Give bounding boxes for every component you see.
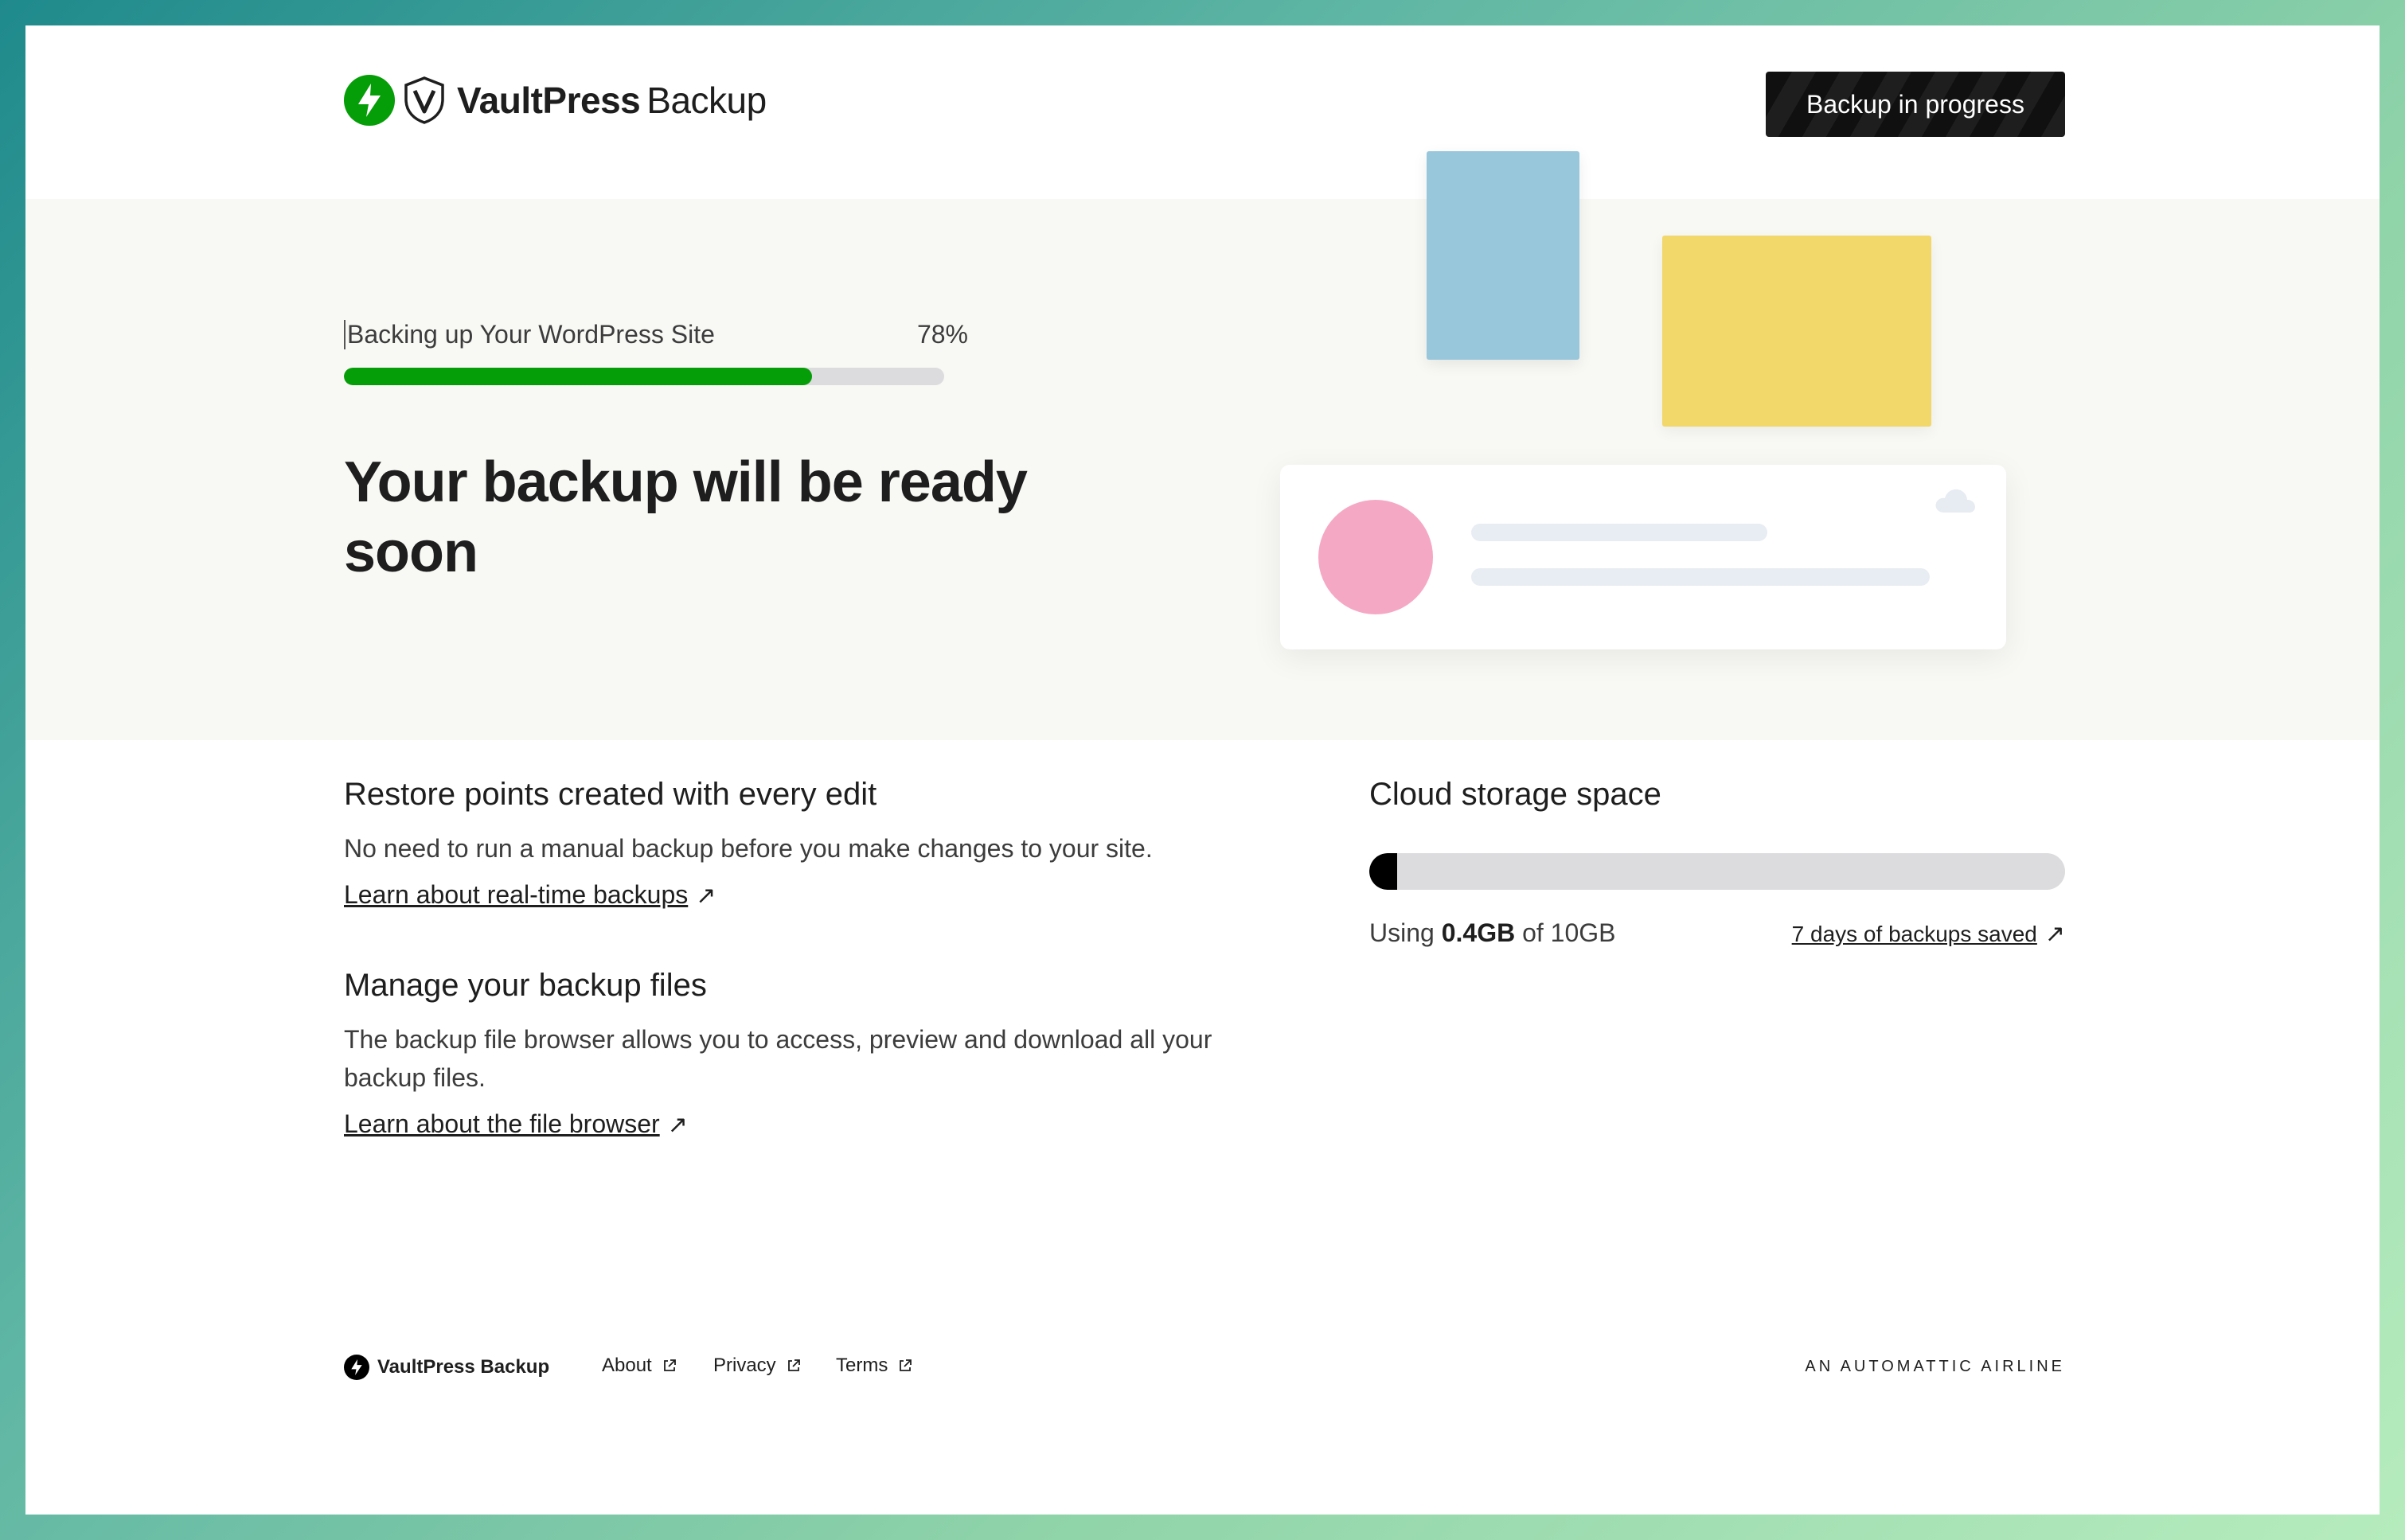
footer-brand: VaultPress Backup xyxy=(377,1356,550,1378)
illustration-blue-card xyxy=(1427,151,1579,360)
footer-link-privacy[interactable]: Privacy xyxy=(713,1355,802,1377)
footer-link-label: Privacy xyxy=(713,1355,776,1376)
storage-title: Cloud storage space xyxy=(1369,777,1661,812)
usage-suffix: of 10GB xyxy=(1522,918,1616,947)
page-title: Your backup will be ready soon xyxy=(344,450,1028,584)
footer: VaultPress Backup About Privacy Terms AN… xyxy=(25,1343,2380,1391)
progress-label: Backing up Your WordPress Site xyxy=(344,320,715,349)
backup-status-button[interactable]: Backup in progress xyxy=(1766,72,2065,137)
external-link-icon xyxy=(787,1359,800,1371)
header: VaultPress Backup Backup in progress xyxy=(25,25,2380,199)
backup-progress-bar xyxy=(344,368,944,385)
illustration-placeholder-line xyxy=(1471,524,1767,541)
backup-progress-fill xyxy=(344,368,813,385)
file-browser-link[interactable]: Learn about the file browser ↗ xyxy=(344,1109,688,1139)
jetpack-bolt-icon xyxy=(344,75,395,126)
link-text: 7 days of backups saved xyxy=(1791,922,2037,946)
feature-title: Restore points created with every edit xyxy=(344,777,877,812)
vaultpress-backup-logo[interactable]: VaultPress Backup xyxy=(344,75,767,126)
progress-percent: 78% xyxy=(916,320,968,349)
cloud-icon xyxy=(1935,489,1975,513)
arrow-up-right-icon: ↗ xyxy=(696,883,716,909)
link-text: Learn about real-time backups xyxy=(344,880,689,909)
feature-title: Manage your backup files xyxy=(344,968,707,1003)
illustration-avatar xyxy=(1318,500,1433,614)
footer-link-label: About xyxy=(602,1355,652,1376)
arrow-up-right-icon: ↗ xyxy=(2044,921,2065,947)
illustration-placeholder-line xyxy=(1471,568,1930,586)
footer-link-label: Terms xyxy=(836,1355,888,1376)
usage-prefix: Using xyxy=(1369,918,1435,947)
vaultpress-shield-icon xyxy=(404,76,444,124)
footer-link-terms[interactable]: Terms xyxy=(836,1355,913,1377)
feature-description: The backup file browser allows you to ac… xyxy=(344,1025,1212,1092)
external-link-icon xyxy=(663,1359,676,1371)
feature-description: No need to run a manual backup before yo… xyxy=(344,834,1153,863)
backups-saved-link[interactable]: 7 days of backups saved ↗ xyxy=(1786,920,2065,948)
realtime-backups-link[interactable]: Learn about real-time backups ↗ xyxy=(344,880,716,910)
logo-product: Backup xyxy=(646,80,767,121)
footer-logo[interactable]: VaultPress Backup xyxy=(344,1355,549,1380)
automattic-airline-tagline[interactable]: AN AUTOMATTIC AIRLINE xyxy=(1761,1358,2065,1376)
footer-link-about[interactable]: About xyxy=(602,1355,677,1377)
logo-brand: VaultPress xyxy=(457,80,641,121)
arrow-up-right-icon: ↗ xyxy=(667,1112,688,1138)
storage-usage-text: Using 0.4GB of 10GB xyxy=(1369,918,1615,948)
storage-usage-fill xyxy=(1369,853,1397,890)
jetpack-bolt-icon xyxy=(344,1355,369,1380)
link-text: Learn about the file browser xyxy=(344,1109,660,1138)
storage-usage-bar xyxy=(1369,853,2065,890)
logo-wordmark: VaultPress Backup xyxy=(457,79,767,122)
app-window: VaultPress Backup Backup in progress Back… xyxy=(25,25,2380,1515)
illustration-yellow-card xyxy=(1662,236,1931,427)
usage-used: 0.4GB xyxy=(1441,918,1516,947)
illustration-content-card xyxy=(1280,465,2006,649)
external-link-icon xyxy=(900,1359,912,1371)
hero-section: Backing up Your WordPress Site 78% Your … xyxy=(25,151,2380,740)
